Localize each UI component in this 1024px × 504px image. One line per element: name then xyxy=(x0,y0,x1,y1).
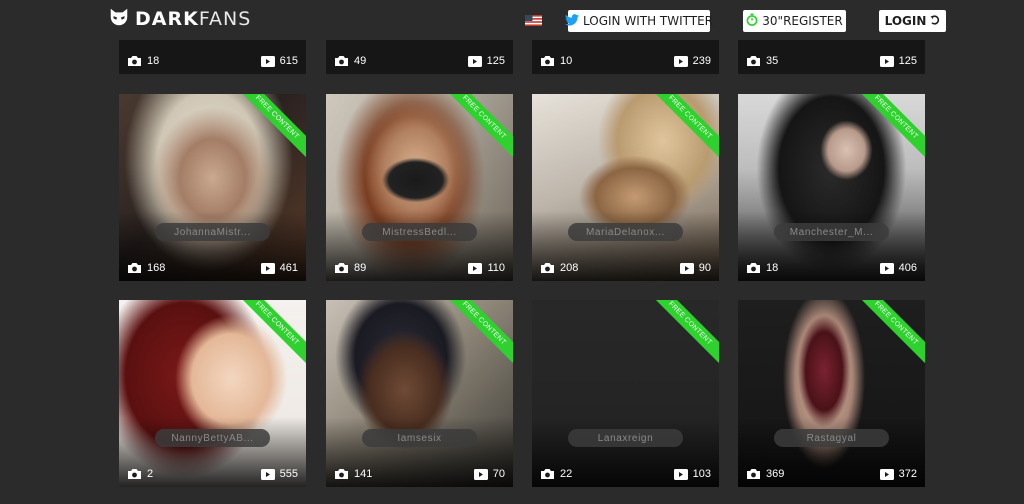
camera-icon xyxy=(334,55,349,67)
register-label: 30"REGISTER xyxy=(762,14,843,28)
card-stats: 10 239 xyxy=(532,53,719,69)
brand-logo[interactable]: DARKFANS xyxy=(108,6,251,32)
top-bar: DARKFANS LOGIN WITH TWITTER 30"REGISTER … xyxy=(0,0,1024,40)
card-stats: 35 125 xyxy=(738,53,925,69)
photo-count: 141 xyxy=(354,468,373,480)
brand-name-fans: FANS xyxy=(198,8,252,30)
video-count: 125 xyxy=(486,55,505,67)
photo-count: 18 xyxy=(766,262,779,274)
twitter-bird-icon xyxy=(565,13,579,29)
card-stats: 208 90 xyxy=(532,260,719,276)
camera-icon xyxy=(127,468,142,480)
creator-grid: 18 615 49 125 10 239 35 125 FREE CONTENT… xyxy=(0,0,1024,504)
video-count: 372 xyxy=(898,468,917,480)
creator-card[interactable]: FREE CONTENT JohannaMistr... 168 461 xyxy=(119,94,306,281)
photo-count: 18 xyxy=(147,55,160,67)
video-count: 239 xyxy=(692,55,711,67)
video-icon xyxy=(260,55,275,67)
camera-icon xyxy=(540,262,555,274)
creator-name[interactable]: MistressBedl... xyxy=(362,223,477,241)
video-icon xyxy=(679,262,694,274)
card-stats: 18 406 xyxy=(738,260,925,276)
camera-icon xyxy=(540,55,555,67)
video-count: 90 xyxy=(698,262,711,274)
photo-count: 89 xyxy=(354,262,367,274)
video-icon xyxy=(879,55,894,67)
card-stats: 18 615 xyxy=(119,53,306,69)
video-count: 406 xyxy=(898,262,917,274)
video-icon xyxy=(673,55,688,67)
video-icon xyxy=(473,468,488,480)
login-with-twitter-label: LOGIN WITH TWITTER xyxy=(583,14,714,28)
stopwatch-icon xyxy=(746,13,758,29)
creator-name[interactable]: Lanaxreign xyxy=(568,429,683,447)
creator-card[interactable]: FREE CONTENT Rastagyal 369 372 xyxy=(738,300,925,487)
video-icon xyxy=(879,468,894,480)
camera-icon xyxy=(127,262,142,274)
creator-card[interactable]: FREE CONTENT MistressBedl... 89 110 xyxy=(326,94,513,281)
creator-card[interactable]: FREE CONTENT Manchester_M... 18 406 xyxy=(738,94,925,281)
video-icon xyxy=(673,468,688,480)
photo-count: 22 xyxy=(560,468,573,480)
register-button[interactable]: 30"REGISTER xyxy=(743,10,846,32)
creator-card[interactable]: FREE CONTENT Lanaxreign 22 103 xyxy=(532,300,719,487)
creator-card[interactable]: FREE CONTENT MariaDelanox... 208 90 xyxy=(532,94,719,281)
creator-name[interactable]: NannyBettyAB... xyxy=(155,429,270,447)
login-arrow-icon xyxy=(930,14,940,28)
photo-count: 10 xyxy=(560,55,573,67)
card-stats: 89 110 xyxy=(326,260,513,276)
brand-name-dark: DARK xyxy=(135,8,199,30)
login-button[interactable]: LOGIN xyxy=(879,10,946,32)
creator-name[interactable]: Rastagyal xyxy=(774,429,889,447)
login-label: LOGIN xyxy=(884,14,927,28)
creator-name[interactable]: Manchester_M... xyxy=(774,223,889,241)
camera-icon xyxy=(746,468,761,480)
card-stats: 49 125 xyxy=(326,53,513,69)
login-with-twitter-button[interactable]: LOGIN WITH TWITTER xyxy=(565,10,714,32)
photo-count: 208 xyxy=(560,262,579,274)
photo-count: 49 xyxy=(354,55,367,67)
video-icon xyxy=(879,262,894,274)
creator-card[interactable]: 18 615 xyxy=(119,36,306,74)
card-stats: 22 103 xyxy=(532,466,719,482)
us-flag-icon[interactable] xyxy=(525,13,542,26)
card-stats: 141 70 xyxy=(326,466,513,482)
video-icon xyxy=(260,262,275,274)
video-icon xyxy=(260,468,275,480)
creator-name[interactable]: Iamsesix xyxy=(362,429,477,447)
video-icon xyxy=(468,262,483,274)
creator-card[interactable]: 49 125 xyxy=(326,36,513,74)
photo-count: 2 xyxy=(147,468,154,480)
card-stats: 369 372 xyxy=(738,466,925,482)
camera-icon xyxy=(334,468,349,480)
card-stats: 2 555 xyxy=(119,466,306,482)
video-count: 461 xyxy=(279,262,298,274)
video-count: 125 xyxy=(898,55,917,67)
photo-count: 168 xyxy=(147,262,166,274)
camera-icon xyxy=(127,55,142,67)
video-count: 110 xyxy=(487,262,505,274)
video-count: 103 xyxy=(692,468,711,480)
camera-icon xyxy=(540,468,555,480)
creator-card[interactable]: FREE CONTENT NannyBettyAB... 2 555 xyxy=(119,300,306,487)
video-count: 70 xyxy=(492,468,505,480)
video-count: 555 xyxy=(279,468,298,480)
camera-icon xyxy=(746,262,761,274)
camera-icon xyxy=(746,55,761,67)
video-count: 615 xyxy=(279,55,298,67)
card-stats: 168 461 xyxy=(119,260,306,276)
mask-icon xyxy=(108,6,130,33)
creator-card[interactable]: 10 239 xyxy=(532,36,719,74)
video-icon xyxy=(467,55,482,67)
photo-count: 35 xyxy=(766,55,779,67)
photo-count: 369 xyxy=(766,468,785,480)
creator-name[interactable]: MariaDelanox... xyxy=(568,223,683,241)
creator-name[interactable]: JohannaMistr... xyxy=(155,223,270,241)
creator-card[interactable]: FREE CONTENT Iamsesix 141 70 xyxy=(326,300,513,487)
camera-icon xyxy=(334,262,349,274)
creator-card[interactable]: 35 125 xyxy=(738,36,925,74)
